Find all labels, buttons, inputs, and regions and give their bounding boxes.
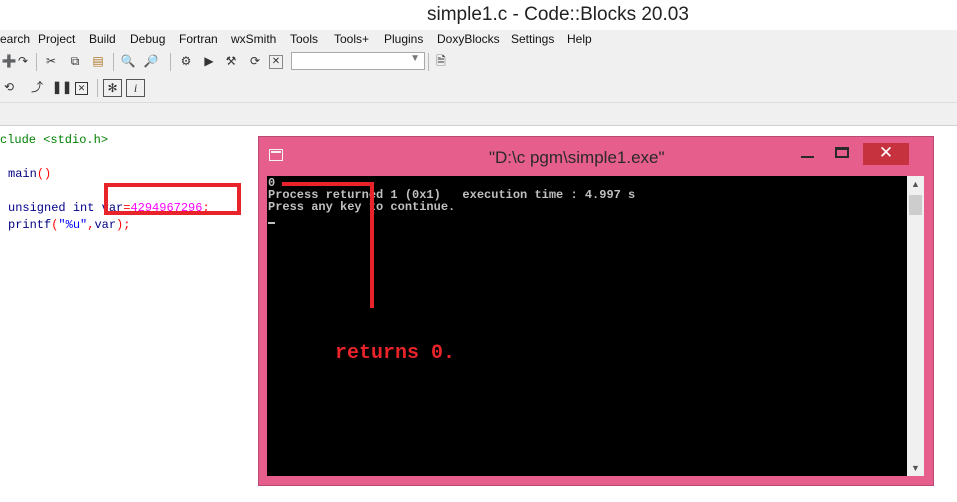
menu-plugins[interactable]: Plugins bbox=[384, 32, 423, 46]
annotation-text: returns 0. bbox=[335, 342, 456, 365]
menu-tools[interactable]: Tools bbox=[290, 32, 318, 46]
code-line-include: clude <stdio.h> bbox=[0, 133, 109, 147]
ide-title-bar: simple1.c - Code::Blocks 20.03 bbox=[0, 0, 957, 30]
close-button[interactable]: ✕ bbox=[863, 143, 909, 165]
menu-search[interactable]: earch bbox=[0, 32, 30, 46]
pause-icon[interactable]: ❚❚ bbox=[52, 78, 72, 96]
console-app-icon[interactable] bbox=[269, 149, 283, 161]
scroll-up-icon[interactable]: ▲ bbox=[907, 176, 924, 192]
close-icon: ✕ bbox=[878, 143, 894, 162]
annotation-bracket-vertical bbox=[370, 182, 374, 308]
menu-wxsmith[interactable]: wxSmith bbox=[231, 32, 276, 46]
rebuild-icon[interactable]: ⟳ bbox=[246, 52, 264, 70]
minimize-button[interactable] bbox=[795, 143, 821, 165]
debug-toolbar: ⟲ ⤴ ❚❚ ✕ ✻ i bbox=[0, 75, 957, 103]
chevron-down-icon: ▼ bbox=[410, 53, 420, 64]
scroll-thumb[interactable] bbox=[909, 195, 922, 215]
scroll-down-icon[interactable]: ▼ bbox=[907, 460, 924, 476]
maximize-icon bbox=[835, 147, 849, 158]
debug-windows-icon[interactable]: ✻ bbox=[103, 79, 122, 97]
build-run-icon[interactable]: ⚒ bbox=[222, 52, 240, 70]
info-icon[interactable]: i bbox=[126, 79, 145, 97]
run-icon[interactable]: ▶ bbox=[200, 52, 218, 70]
vertical-scrollbar[interactable]: ▲ ▼ bbox=[907, 176, 924, 476]
build-target-dropdown[interactable]: ▼ bbox=[291, 52, 425, 70]
step-out-icon[interactable]: ⤴ bbox=[28, 78, 46, 96]
menu-fortran[interactable]: Fortran bbox=[179, 32, 218, 46]
editor-tabs-strip bbox=[0, 103, 957, 126]
menu-tools-plus[interactable]: Tools+ bbox=[334, 32, 369, 46]
cut-icon[interactable]: ✂ bbox=[42, 52, 60, 70]
menu-project[interactable]: Project bbox=[38, 32, 75, 46]
code-line-printf: printf("%u",var); bbox=[8, 218, 131, 232]
console-title: "D:\c pgm\simple1.exe" bbox=[489, 148, 665, 167]
stop-icon[interactable]: ✕ bbox=[75, 82, 88, 95]
minimize-icon bbox=[801, 156, 814, 158]
main-toolbar: ➕ ↷ ✂ ⧉ ▤ 🔍 🔎 ⚙ ▶ ⚒ ⟳ ✕ ▼ 🗎 bbox=[0, 49, 957, 76]
toolbar-separator bbox=[97, 79, 98, 97]
copy-icon[interactable]: ⧉ bbox=[66, 52, 84, 70]
paste-icon[interactable]: ▤ bbox=[89, 52, 107, 70]
menu-bar: earch Project Build Debug Fortran wxSmit… bbox=[0, 30, 957, 49]
menu-doxyblocks[interactable]: DoxyBlocks bbox=[437, 32, 500, 46]
annotation-bracket-horizontal bbox=[282, 182, 374, 186]
menu-debug[interactable]: Debug bbox=[130, 32, 165, 46]
output-line: Press any key to continue. bbox=[268, 200, 456, 214]
toolbar-separator bbox=[36, 53, 37, 71]
code-line-main: main() bbox=[8, 167, 52, 181]
highlight-box bbox=[104, 183, 241, 215]
abort-icon[interactable]: ✕ bbox=[269, 55, 283, 69]
toolbar-separator bbox=[113, 53, 114, 71]
console-window: "D:\c pgm\simple1.exe" ✕ 0 Process retur… bbox=[258, 136, 934, 486]
find-icon[interactable]: 🔍 bbox=[119, 52, 137, 70]
replace-icon[interactable]: 🔎 bbox=[142, 52, 160, 70]
text-cursor bbox=[268, 222, 275, 224]
step-into-icon[interactable]: ⟲ bbox=[0, 78, 18, 96]
maximize-button[interactable] bbox=[829, 143, 855, 165]
redo-icon[interactable]: ↷ bbox=[14, 52, 32, 70]
toolbar-separator bbox=[170, 53, 171, 71]
settings-icon[interactable]: ⚙ bbox=[177, 52, 195, 70]
ide-title: simple1.c - Code::Blocks 20.03 bbox=[427, 4, 689, 25]
console-output[interactable]: 0 Process returned 1 (0x1) execution tim… bbox=[267, 176, 907, 476]
menu-settings[interactable]: Settings bbox=[511, 32, 554, 46]
toolbar-separator bbox=[428, 53, 429, 71]
menu-build[interactable]: Build bbox=[89, 32, 116, 46]
doc-icon[interactable]: 🗎 bbox=[432, 52, 450, 70]
menu-help[interactable]: Help bbox=[567, 32, 592, 46]
